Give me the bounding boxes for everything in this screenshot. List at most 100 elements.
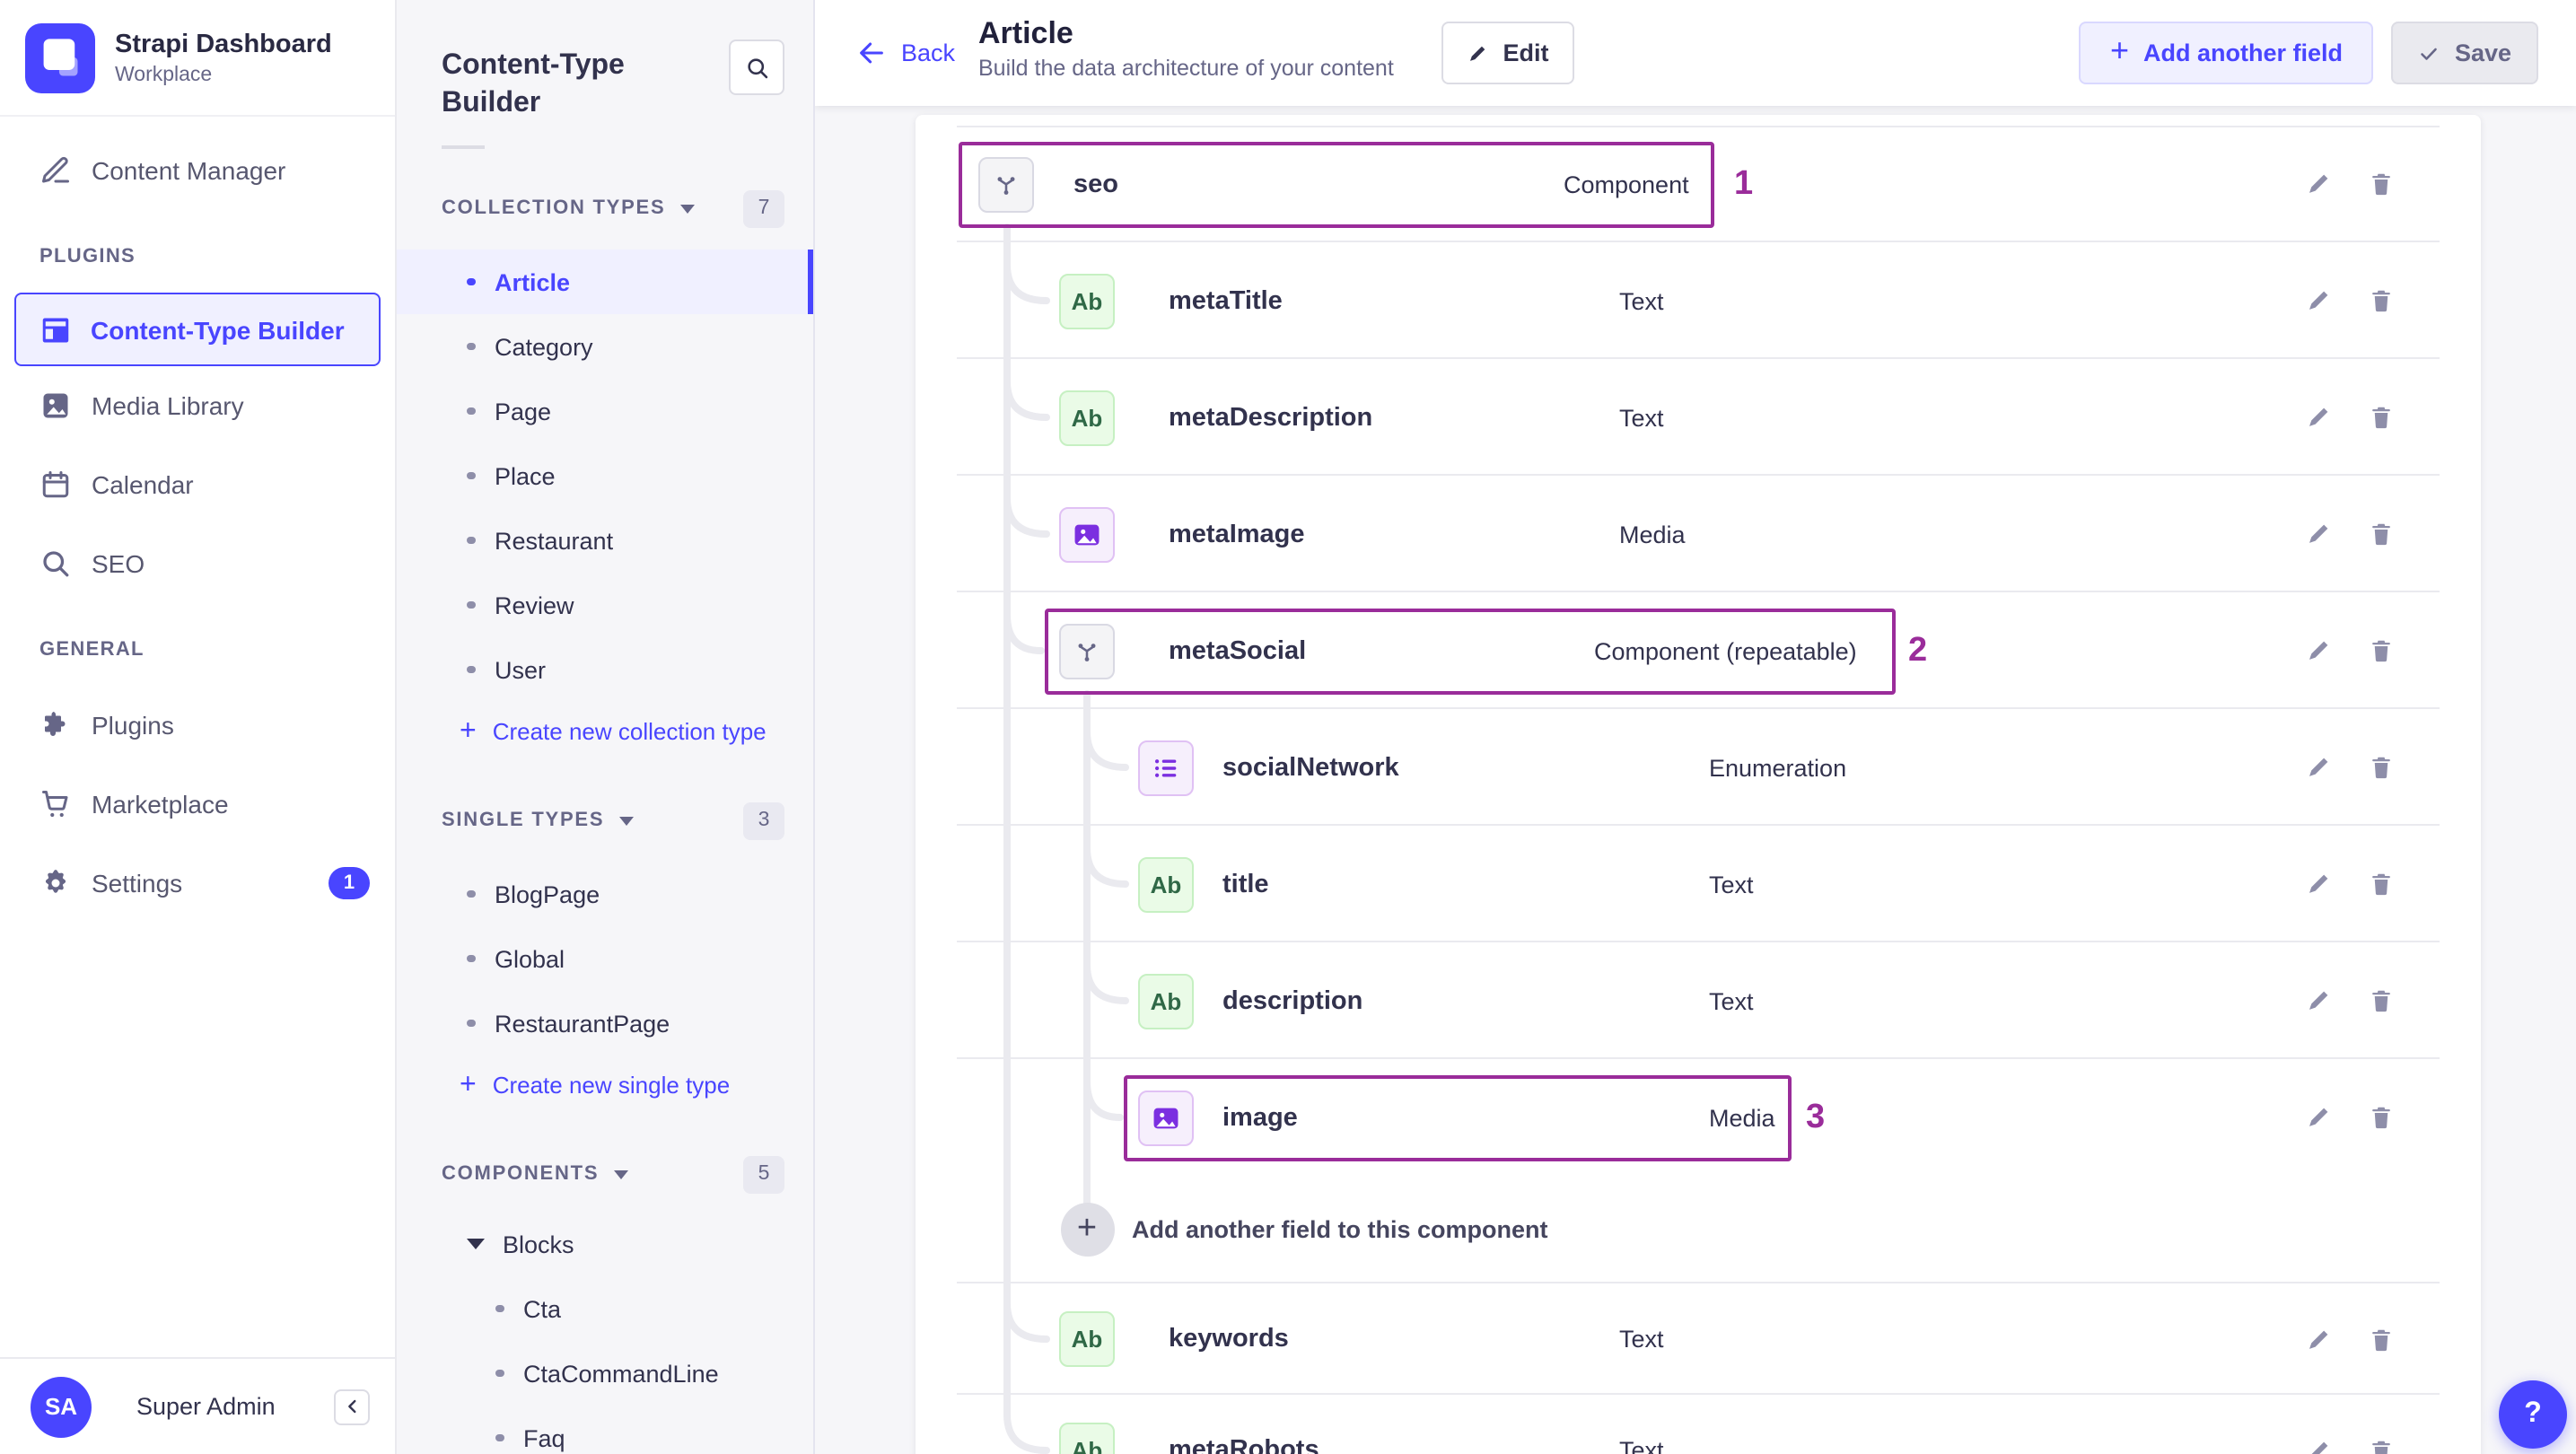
single-type-label: Global — [495, 945, 565, 972]
field-type: Media — [1709, 1104, 1775, 1131]
plus-icon[interactable]: + — [1060, 1203, 1114, 1257]
edit-field-button[interactable] — [2300, 399, 2335, 435]
components-group-blocks[interactable]: Blocks — [397, 1212, 813, 1276]
field-row[interactable]: image Media 3 — [916, 1059, 2481, 1176]
bullet-icon — [495, 1433, 504, 1442]
sidebar-item[interactable]: Marketplace — [0, 765, 395, 844]
field-row[interactable]: metaImage Media — [916, 476, 2481, 592]
trash-icon — [2371, 757, 2389, 779]
delete-field-button[interactable] — [2362, 399, 2398, 435]
delete-field-button[interactable] — [2362, 166, 2398, 202]
single-type-item[interactable]: BlogPage — [397, 862, 813, 926]
delete-field-button[interactable] — [2362, 866, 2398, 902]
add-field-to-component-row[interactable]: + Add another field to this component — [916, 1176, 2481, 1283]
edit-button[interactable]: Edit — [1441, 22, 1574, 84]
help-button[interactable]: ? — [2499, 1380, 2567, 1449]
text-icon: Ab — [1059, 1423, 1115, 1454]
field-row[interactable]: Ab metaTitle Text — [916, 242, 2481, 359]
collection-type-item[interactable]: Restaurant — [397, 508, 813, 573]
delete-field-button[interactable] — [2362, 749, 2398, 785]
delete-field-button[interactable] — [2362, 633, 2398, 669]
component-icon — [1059, 623, 1115, 679]
search-button[interactable] — [729, 39, 784, 95]
pencil-icon — [1470, 45, 1485, 60]
collection-types-header[interactable]: COLLECTION TYPES 7 — [442, 187, 784, 230]
field-row[interactable]: seo Component 1 — [916, 126, 2481, 242]
text-icon: Ab — [1059, 390, 1115, 445]
edit-field-button[interactable] — [2300, 1432, 2335, 1454]
pencil-icon — [2309, 641, 2327, 660]
enumeration-icon — [1138, 740, 1194, 795]
trash-icon — [2371, 1440, 2389, 1454]
delete-field-button[interactable] — [2362, 1432, 2398, 1454]
create-single-type-link[interactable]: + Create new single type — [397, 1055, 813, 1115]
field-row[interactable]: Ab metaRobots Text — [916, 1395, 2481, 1454]
component-item[interactable]: CtaCommandLine — [397, 1341, 813, 1406]
sidebar-item[interactable]: Content Manager — [0, 131, 395, 210]
sidebar-item[interactable]: Plugins — [0, 686, 395, 765]
field-type: Enumeration — [1709, 754, 1847, 781]
delete-field-button[interactable] — [2362, 983, 2398, 1019]
add-another-field-button[interactable]: + Add another field — [2079, 22, 2373, 84]
edit-field-button[interactable] — [2300, 866, 2335, 902]
delete-field-button[interactable] — [2362, 283, 2398, 319]
edit-field-button[interactable] — [2300, 1099, 2335, 1135]
content-type-builder-subnav: Content-Type Builder COLLECTION TYPES 7 … — [397, 0, 815, 1454]
edit-field-button[interactable] — [2300, 633, 2335, 669]
bullet-icon — [467, 471, 475, 480]
sidebar-item[interactable]: SEO — [0, 524, 395, 603]
field-row[interactable]: Ab description Text — [916, 942, 2481, 1059]
edit-field-button[interactable] — [2300, 516, 2335, 552]
sidebar-item[interactable]: Media Library — [0, 366, 395, 445]
collection-type-item[interactable]: Article — [397, 250, 813, 314]
bullet-icon — [495, 1304, 504, 1313]
trash-icon — [2371, 873, 2389, 896]
single-type-item[interactable]: Global — [397, 926, 813, 991]
component-item[interactable]: Faq — [397, 1406, 813, 1454]
edit-field-button[interactable] — [2300, 983, 2335, 1019]
trash-icon — [2371, 1107, 2389, 1129]
trash-icon — [2371, 990, 2389, 1012]
chevron-down-icon — [467, 1239, 485, 1249]
edit-field-button[interactable] — [2300, 749, 2335, 785]
sidebar-item[interactable]: Calendar — [0, 445, 395, 524]
field-row[interactable]: Ab keywords Text — [916, 1283, 2481, 1395]
collection-type-item[interactable]: Page — [397, 379, 813, 443]
collapse-sidebar-button[interactable] — [334, 1388, 370, 1424]
bullet-icon — [467, 600, 475, 609]
sidebar-item[interactable]: Content-Type Builder — [14, 293, 381, 366]
delete-field-button[interactable] — [2362, 516, 2398, 552]
single-types-header[interactable]: SINGLE TYPES 3 — [442, 799, 784, 842]
collection-type-item[interactable]: Category — [397, 314, 813, 379]
collection-type-item[interactable]: Place — [397, 443, 813, 508]
components-header[interactable]: COMPONENTS 5 — [442, 1152, 784, 1196]
field-row[interactable]: metaSocial Component (repeatable) 2 — [916, 592, 2481, 709]
delete-field-button[interactable] — [2362, 1321, 2398, 1357]
component-item[interactable]: Cta — [397, 1276, 813, 1341]
collection-type-item[interactable]: User — [397, 637, 813, 702]
field-name: metaImage — [1169, 520, 1305, 548]
field-type: Text — [1709, 987, 1754, 1014]
text-icon: Ab — [1059, 1311, 1115, 1367]
back-link[interactable]: Back — [856, 0, 955, 106]
field-row[interactable]: Ab metaDescription Text — [916, 359, 2481, 476]
trash-icon — [2371, 290, 2389, 312]
subnav-title: Content-Type Builder — [442, 50, 625, 118]
delete-field-button[interactable] — [2362, 1099, 2398, 1135]
edit-field-button[interactable] — [2300, 1321, 2335, 1357]
save-button[interactable]: Save — [2391, 22, 2538, 84]
field-row[interactable]: Ab title Text — [916, 826, 2481, 942]
avatar[interactable]: SA — [31, 1376, 92, 1437]
collection-type-label: Restaurant — [495, 527, 614, 554]
field-row[interactable]: socialNetwork Enumeration — [916, 709, 2481, 826]
sidebar-item[interactable]: Settings 1 — [0, 844, 395, 923]
edit-field-button[interactable] — [2300, 283, 2335, 319]
arrow-left-icon — [860, 42, 883, 64]
create-collection-type-link[interactable]: + Create new collection type — [397, 702, 813, 761]
bullet-icon — [495, 1369, 504, 1378]
single-type-item[interactable]: RestaurantPage — [397, 991, 813, 1055]
collection-type-item[interactable]: Review — [397, 573, 813, 637]
edit-field-button[interactable] — [2300, 166, 2335, 202]
trash-icon — [2371, 173, 2389, 196]
bullet-icon — [467, 1019, 475, 1028]
